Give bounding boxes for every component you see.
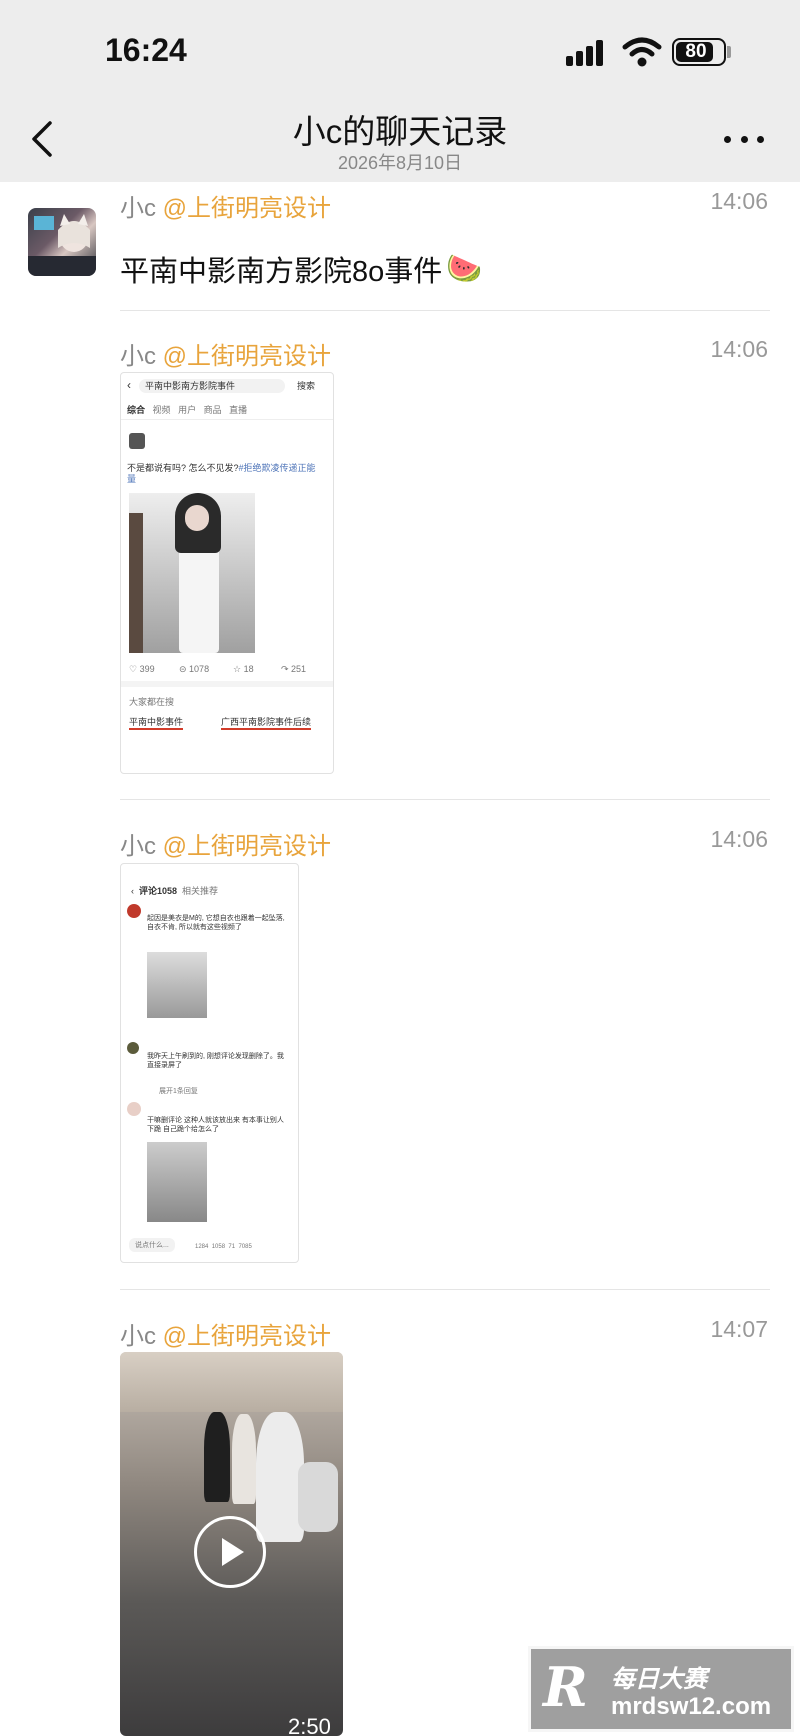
mini-hot-chip: 平南中影事件 <box>129 715 184 730</box>
cellular-signal-icon <box>566 40 610 66</box>
mini-section-title: 大家都在搜 <box>129 697 175 707</box>
video-figure <box>204 1412 230 1502</box>
mini-comments-header: ‹ 评论1058 相关推荐 <box>131 886 219 896</box>
mini-comment-input: 说点什么... <box>129 1238 175 1252</box>
mini-avatar <box>127 904 141 918</box>
mini-comment: 干嘛删评论 这种人就该放出来 有本事让别人下跪 自己跪个给怎么了 <box>147 1117 284 1133</box>
video-duration: 2:50 <box>288 1714 331 1736</box>
mini-post-text: 不是都说有吗? 怎么不见发?#拒绝欺凌传递正能量 <box>127 463 316 484</box>
mini-stats: 1284 1058 71 7085 <box>195 1244 252 1250</box>
mini-divider <box>121 681 333 687</box>
message-sender: 小c @上街明亮设计 <box>120 343 332 370</box>
battery-icon: 80 <box>672 38 726 66</box>
avatar[interactable] <box>28 208 96 276</box>
mini-hot-chip: 广西平南影院事件后续 <box>221 715 312 730</box>
image-attachment-search-screenshot[interactable]: ‹ 平南中影南方影院事件 搜索 综合 视频 用户 商品 直播 不是都说有吗? 怎… <box>120 372 334 774</box>
message-sender: 小c @上街明亮设计 <box>120 1323 332 1350</box>
message-time: 14:07 <box>710 1316 768 1342</box>
image-attachment-comments-screenshot[interactable]: ‹ 评论1058 相关推荐 起因是美衣是M的, 它想自衣也跟着一起坠落, 自衣不… <box>120 863 299 1263</box>
mini-reply-expand: 展开1条回复 <box>159 1088 198 1095</box>
wifi-icon <box>622 37 662 67</box>
mini-share-count: ↷ 251 <box>281 664 307 674</box>
mini-comment: 我昨天上午刷到的, 刚想评论发现删除了。我直接录屏了 <box>147 1053 284 1069</box>
battery-percent: 80 <box>685 41 707 62</box>
divider <box>120 310 770 311</box>
message-time: 14:06 <box>710 188 768 214</box>
more-options-icon[interactable] <box>724 133 764 145</box>
mini-divider <box>121 419 333 420</box>
divider <box>120 1289 770 1290</box>
divider <box>120 799 770 800</box>
mini-avatar <box>127 1102 141 1116</box>
mini-post-image <box>129 493 255 653</box>
page-date: 2026年8月10日 <box>337 153 463 173</box>
watermark-logo: R <box>543 1655 588 1719</box>
mini-star-count: ☆ 18 <box>233 664 254 674</box>
mini-search-input: 平南中影南方影院事件 <box>139 379 285 393</box>
mini-comment-image <box>147 952 207 1018</box>
nav-bar: 小c的聊天记录 2026年8月10日 <box>0 95 800 182</box>
watermelon-emoji: 🍉 <box>446 253 483 285</box>
message-sender: 小c @上街明亮设计 <box>120 195 332 222</box>
mini-like-count: ♡ 399 <box>129 664 155 674</box>
status-time: 16:24 <box>105 32 187 68</box>
message-time: 14:06 <box>710 826 768 852</box>
mini-tab: 综合 视频 用户 商品 直播 <box>127 405 248 415</box>
play-button-icon[interactable] <box>194 1516 266 1588</box>
message-time: 14:06 <box>710 336 768 362</box>
video-sky <box>120 1352 343 1412</box>
mini-avatar <box>129 433 145 449</box>
watermark-name: 每日大赛 <box>611 1666 707 1693</box>
mini-comment-image <box>147 1142 207 1222</box>
mini-comment: 起因是美衣是M的, 它想自衣也跟着一起坠落, 自衣不肯, 所以就有这些视频了 <box>147 915 285 931</box>
video-figure <box>256 1412 304 1542</box>
mini-avatar <box>127 1042 139 1054</box>
video-figure <box>232 1414 256 1504</box>
video-scooter <box>298 1462 338 1532</box>
watermark: R 每日大赛 mrdsw12.com <box>528 1646 794 1732</box>
page-title: 小c的聊天记录 <box>292 113 508 150</box>
status-bar: 16:24 80 <box>0 0 800 95</box>
mini-search-button: 搜索 <box>297 381 316 391</box>
battery-cap <box>727 46 731 58</box>
mini-comment-count: ⊝ 1078 <box>179 664 210 674</box>
watermark-url: mrdsw12.com <box>611 1693 772 1720</box>
message-text: 平南中影南方影院8o事件 🍉 <box>120 253 483 288</box>
video-attachment[interactable]: 2:50 <box>120 1352 343 1736</box>
message-sender: 小c @上街明亮设计 <box>120 833 332 860</box>
back-icon: ‹ <box>127 378 131 392</box>
